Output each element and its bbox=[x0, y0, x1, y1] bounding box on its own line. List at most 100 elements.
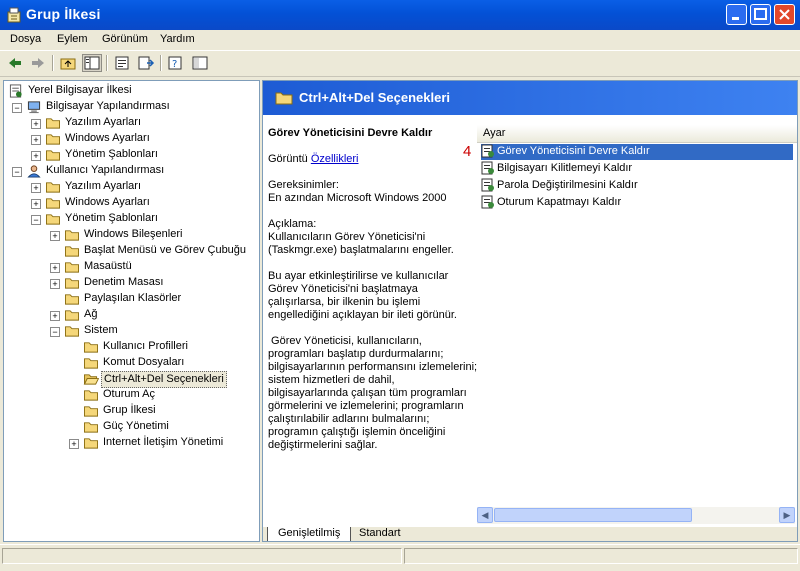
tree-item[interactable]: Kullanıcı Profilleri bbox=[4, 339, 254, 355]
tree-item[interactable]: − Yönetim Şablonları bbox=[4, 211, 254, 227]
tree-item[interactable]: Güç Yönetimi bbox=[4, 419, 254, 435]
tree-item[interactable]: + Yönetim Şablonları bbox=[4, 147, 254, 163]
console-tree-icon[interactable] bbox=[190, 54, 210, 72]
tree-item[interactable]: + Yazılım Ayarları bbox=[4, 179, 254, 195]
tree-item[interactable]: + Internet İletişim Yönetimi bbox=[4, 435, 254, 451]
tab-extended[interactable]: Genişletilmiş bbox=[267, 527, 352, 541]
tree-item-label: Komut Dosyaları bbox=[103, 356, 185, 368]
title-bar: Grup İlkesi bbox=[0, 0, 800, 30]
help-icon[interactable]: ? bbox=[166, 54, 186, 72]
expand-icon[interactable]: + bbox=[50, 263, 60, 273]
menu-help[interactable]: Yardım bbox=[160, 33, 195, 45]
setting-description: Görev Yöneticisini Devre Kaldır Görüntü … bbox=[268, 127, 477, 465]
menu-view[interactable]: Görünüm bbox=[102, 33, 148, 45]
tree-item[interactable]: Paylaşılan Klasörler bbox=[4, 291, 254, 307]
collapse-icon[interactable]: − bbox=[31, 215, 41, 225]
tree-item[interactable]: + Ağ bbox=[4, 307, 254, 323]
tree-item-label: Ctrl+Alt+Del Seçenekleri bbox=[101, 371, 227, 388]
expand-icon[interactable]: + bbox=[31, 199, 41, 209]
scroll-left-button[interactable]: ◀ bbox=[477, 507, 493, 523]
tree-item[interactable]: Ctrl+Alt+Del Seçenekleri bbox=[4, 371, 254, 388]
list-item[interactable]: Oturum Kapatmayı Kaldır bbox=[481, 195, 793, 211]
up-folder-icon[interactable] bbox=[58, 54, 78, 72]
tree-item[interactable]: + Denetim Masası bbox=[4, 275, 254, 291]
tree-item-label: Grup İlkesi bbox=[103, 404, 156, 416]
expand-icon[interactable]: + bbox=[31, 183, 41, 193]
chevron-right-icon: ▶ bbox=[783, 510, 791, 520]
expand-icon[interactable]: + bbox=[50, 231, 60, 241]
folder-icon bbox=[65, 278, 79, 289]
minimize-button[interactable] bbox=[726, 4, 747, 25]
view-tabs: Genişletilmiş Standart bbox=[263, 527, 797, 541]
description-line: programın çalıştığı işlemin önceliğini bbox=[268, 426, 446, 438]
tree-item[interactable]: − Bilgisayar Yapılandırması bbox=[4, 99, 254, 115]
maximize-button[interactable] bbox=[750, 4, 771, 25]
display-label: Görüntü bbox=[268, 153, 308, 165]
description-line: bilgisayarlarının performansını izlemele… bbox=[268, 361, 478, 373]
show-tree-icon bbox=[84, 56, 100, 70]
scroll-right-button[interactable]: ▶ bbox=[779, 507, 795, 523]
column-header-setting[interactable]: Ayar bbox=[477, 125, 797, 143]
folder-icon bbox=[65, 230, 79, 241]
tree-item-label: Yönetim Şablonları bbox=[65, 148, 158, 160]
policy-setting-icon bbox=[481, 178, 494, 192]
tree-item[interactable]: + Yazılım Ayarları bbox=[4, 115, 254, 131]
close-button[interactable] bbox=[774, 4, 795, 25]
forward-arrow-icon[interactable] bbox=[28, 54, 48, 72]
menu-bar: Dosya Eylem Görünüm Yardım bbox=[0, 30, 800, 51]
tab-standard[interactable]: Standart bbox=[349, 527, 411, 541]
tree-item-label: Ağ bbox=[84, 308, 98, 320]
menu-file[interactable]: Dosya bbox=[10, 33, 41, 45]
tree-item-label: Sistem bbox=[84, 324, 118, 336]
folder-icon bbox=[275, 92, 293, 105]
properties-link[interactable]: Özellikleri bbox=[311, 153, 359, 165]
maximize-icon bbox=[754, 8, 767, 20]
tree-item-label: Yerel Bilgisayar İlkesi bbox=[28, 84, 132, 96]
collapse-icon[interactable]: − bbox=[12, 103, 22, 113]
tree-item[interactable]: Oturum Aç bbox=[4, 387, 254, 403]
collapse-icon[interactable]: − bbox=[12, 167, 22, 177]
tree-item[interactable]: − Sistem bbox=[4, 323, 254, 339]
tree-item[interactable]: Başlat Menüsü ve Görev Çubuğu bbox=[4, 243, 254, 259]
list-item[interactable]: Görev Yöneticisini Devre Kaldır bbox=[481, 144, 793, 160]
folder-icon bbox=[46, 134, 60, 145]
tree-item-label: Windows Ayarları bbox=[65, 196, 150, 208]
expand-icon[interactable]: + bbox=[69, 439, 79, 449]
tree-item[interactable]: + Windows Bileşenleri bbox=[4, 227, 254, 243]
tree-item[interactable]: Komut Dosyaları bbox=[4, 355, 254, 371]
description-label: Açıklama: bbox=[268, 218, 317, 230]
minimize-icon bbox=[732, 17, 739, 20]
show-tree-button[interactable] bbox=[82, 54, 102, 72]
expand-icon[interactable]: + bbox=[31, 151, 41, 161]
tree-item[interactable]: + Windows Ayarları bbox=[4, 131, 254, 147]
list-item[interactable]: Parola Değiştirilmesini Kaldır bbox=[481, 178, 793, 194]
tree-item-label: Windows Bileşenleri bbox=[84, 228, 183, 240]
tree-item[interactable]: + Masaüstü bbox=[4, 259, 254, 275]
expand-icon[interactable]: + bbox=[31, 135, 41, 145]
tree-item[interactable]: − Kullanıcı Yapılandırması bbox=[4, 163, 254, 179]
export-list-icon[interactable] bbox=[136, 54, 156, 72]
group-policy-icon bbox=[7, 7, 21, 23]
list-item[interactable]: Bilgisayarı Kilitlemeyi Kaldır bbox=[481, 161, 793, 177]
expand-icon[interactable]: + bbox=[50, 311, 60, 321]
horizontal-scrollbar[interactable]: ◀ ▶ bbox=[477, 507, 795, 524]
expand-icon[interactable]: + bbox=[31, 119, 41, 129]
scroll-thumb[interactable] bbox=[494, 508, 692, 522]
description-line: programları başlatıp durdurmalarını; bbox=[268, 348, 444, 360]
details-pane: Ctrl+Alt+Del Seçenekleri Görev Yöneticis… bbox=[262, 80, 798, 542]
tree-item[interactable]: Yerel Bilgisayar İlkesi bbox=[4, 83, 254, 99]
tree-item-label: Internet İletişim Yönetimi bbox=[103, 436, 224, 448]
menu-action[interactable]: Eylem bbox=[57, 33, 88, 45]
folder-open-icon bbox=[83, 374, 99, 385]
expand-icon[interactable]: + bbox=[50, 279, 60, 289]
tree-item[interactable]: Grup İlkesi bbox=[4, 403, 254, 419]
toolbar: ? bbox=[0, 51, 800, 77]
tree-item-label: Paylaşılan Klasörler bbox=[84, 292, 182, 304]
back-arrow-icon[interactable] bbox=[5, 54, 25, 72]
description-line: görmelerini ve izlemelerini; programları… bbox=[268, 400, 464, 412]
collapse-icon[interactable]: − bbox=[50, 327, 60, 337]
tree-item[interactable]: + Windows Ayarları bbox=[4, 195, 254, 211]
column-header-label: Ayar bbox=[483, 127, 506, 139]
properties-icon[interactable] bbox=[112, 54, 132, 72]
tree-item-label: Oturum Aç bbox=[103, 388, 155, 400]
